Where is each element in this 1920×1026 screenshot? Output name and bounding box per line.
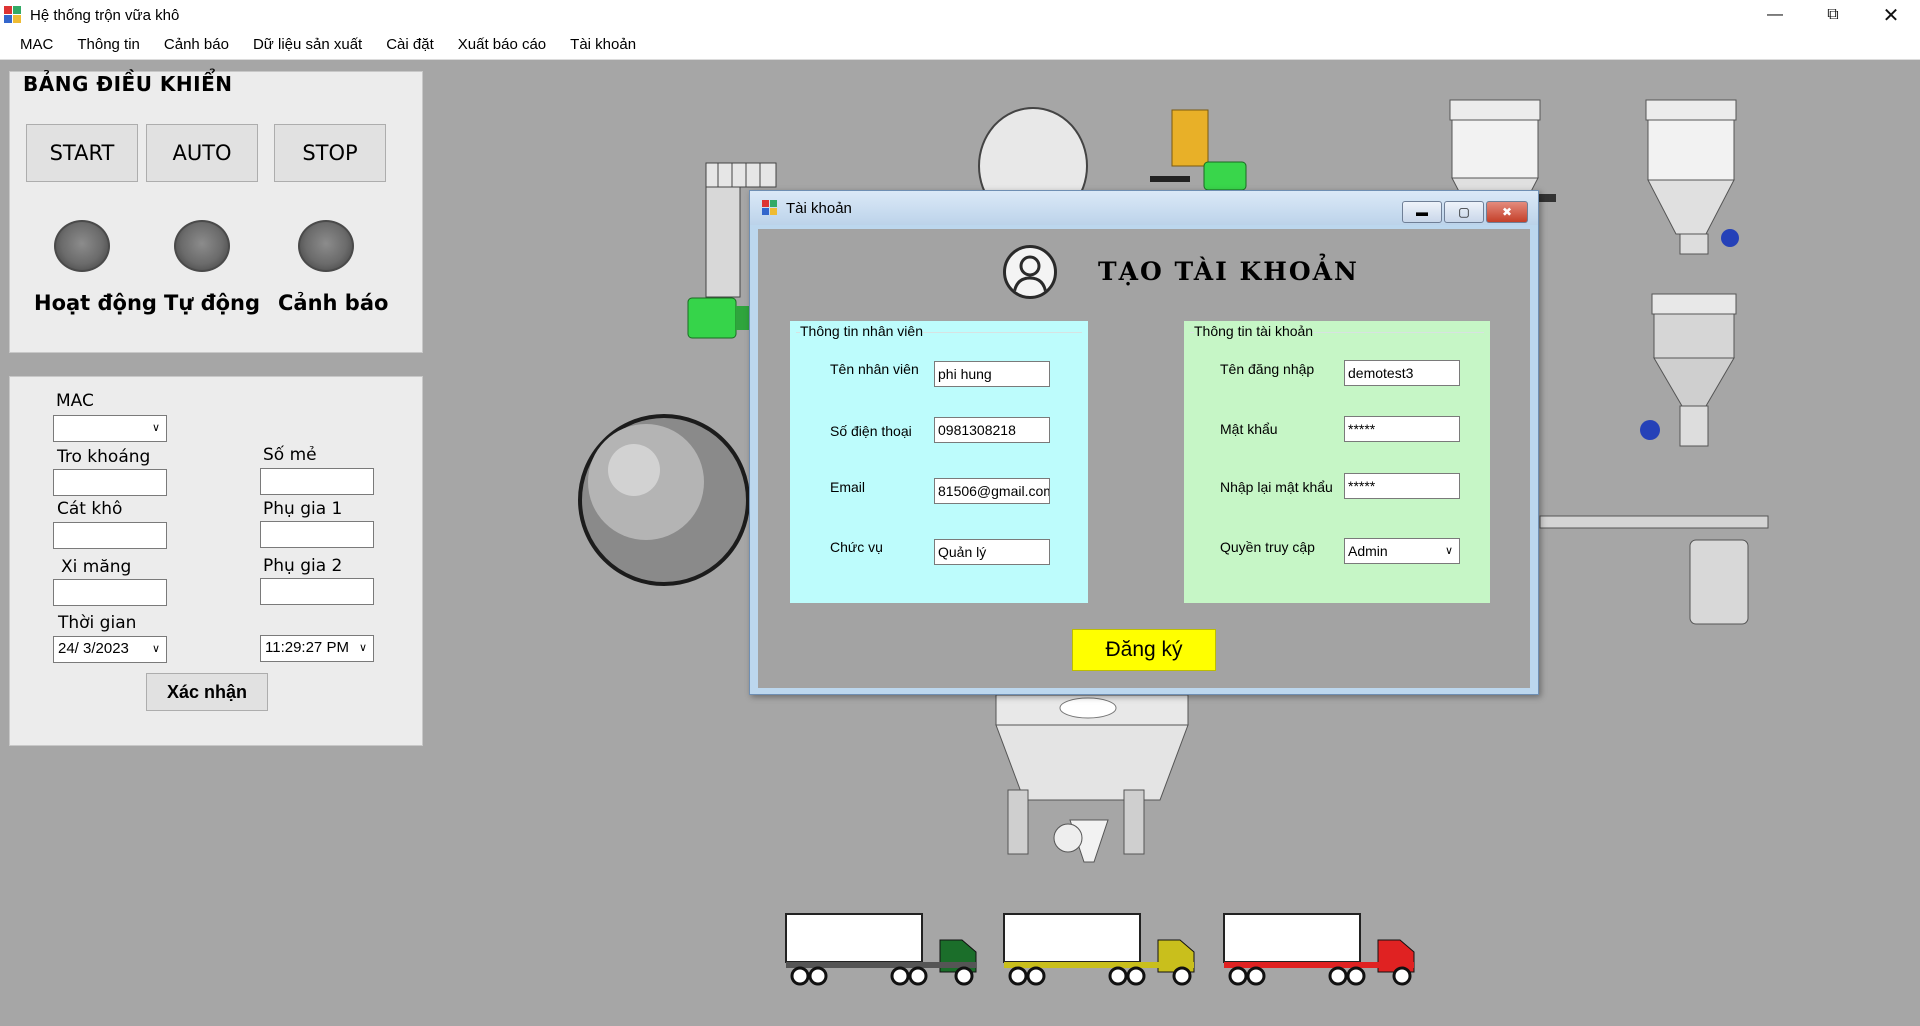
chevron-down-icon: ∨ [151, 643, 160, 655]
confirm-password-label: Nhập lại mật khẩu [1220, 479, 1333, 495]
password-input[interactable]: ***** [1344, 416, 1460, 442]
phu-gia-2-input[interactable] [260, 578, 374, 605]
auto-lamp-label: Tự động [164, 291, 261, 315]
auto-lamp-icon [174, 220, 230, 272]
menu-bar: MAC Thông tin Cảnh báo Dữ liệu sản xuất … [0, 30, 1920, 60]
access-level-select[interactable]: Admin ∨ [1344, 538, 1460, 564]
account-dialog: Tài khoản ▬ ▢ ✖ TẠO TÀI KHOẢN Thông tin … [749, 190, 1539, 695]
menu-tai-khoan[interactable]: Tài khoản [558, 36, 648, 53]
warning-lamp-icon [298, 220, 354, 272]
mixer-icon [995, 694, 1189, 863]
truck-icon [1223, 913, 1415, 986]
dialog-title: Tài khoản [786, 199, 852, 217]
register-button[interactable]: Đăng ký [1072, 629, 1216, 671]
so-me-label: Số mẻ [263, 445, 317, 465]
confirm-password-input[interactable]: ***** [1344, 473, 1460, 499]
app-icon [4, 6, 22, 24]
auto-button[interactable]: AUTO [146, 124, 258, 182]
warning-lamp-label: Cảnh báo [278, 291, 389, 315]
date-picker[interactable]: 24/ 3/2023 ∨ [53, 636, 167, 663]
account-info-group: Thông tin tài khoản Tên đăng nhập demote… [1184, 321, 1490, 603]
cat-kho-input[interactable] [53, 522, 167, 549]
chevron-down-icon: ∨ [151, 422, 160, 434]
menu-xuat-bao-cao[interactable]: Xuất báo cáo [446, 36, 558, 53]
app-icon [762, 200, 778, 216]
silo-icon [1645, 99, 1739, 255]
phu-gia-1-label: Phụ gia 1 [263, 499, 343, 519]
phone-input[interactable]: 0981308218 [934, 417, 1050, 443]
mac-select[interactable]: ∨ [53, 415, 167, 442]
tro-khoang-label: Tro khoáng [57, 447, 151, 467]
thoi-gian-label: Thời gian [58, 613, 137, 633]
truck-icon [785, 913, 977, 986]
close-button[interactable]: ✕ [1862, 0, 1920, 30]
access-level-label: Quyền truy cập [1220, 539, 1315, 555]
active-lamp-label: Hoạt động [34, 291, 157, 315]
dialog-heading: TẠO TÀI KHOẢN [1098, 257, 1359, 286]
username-input[interactable]: demotest3 [1344, 360, 1460, 386]
email-label: Email [830, 479, 866, 495]
position-label: Chức vụ [830, 539, 883, 555]
stop-button[interactable]: STOP [274, 124, 386, 182]
hopper-icon [1640, 293, 1737, 447]
cat-kho-label: Cát khô [57, 499, 123, 519]
active-lamp-icon [54, 220, 110, 272]
employee-name-input[interactable]: phi hung [934, 361, 1050, 387]
restore-button[interactable]: ⧉ [1804, 0, 1862, 30]
time-picker[interactable]: 11:29:27 PM ∨ [260, 635, 374, 662]
window-titlebar: Hệ thống trộn vữa khô — ⧉ ✕ [0, 0, 1920, 30]
dialog-close-button[interactable]: ✖ [1486, 201, 1528, 223]
window-title: Hệ thống trộn vữa khô [30, 6, 180, 24]
chevron-down-icon: ∨ [1444, 545, 1453, 557]
username-label: Tên đăng nhập [1220, 361, 1315, 377]
menu-mac[interactable]: MAC [8, 36, 65, 53]
phu-gia-1-input[interactable] [260, 521, 374, 548]
minimize-button[interactable]: — [1746, 0, 1804, 30]
mac-label: MAC [56, 391, 94, 411]
employee-group-legend: Thông tin nhân viên [800, 323, 923, 339]
xi-mang-input[interactable] [53, 579, 167, 606]
confirm-button[interactable]: Xác nhận [146, 673, 268, 711]
menu-cai-dat[interactable]: Cài đặt [374, 36, 446, 53]
position-input[interactable]: Quản lý [934, 539, 1050, 565]
xi-mang-label: Xi măng [61, 557, 132, 577]
so-me-input[interactable] [260, 468, 374, 495]
account-group-legend: Thông tin tài khoản [1194, 323, 1314, 339]
employee-name-label: Tên nhân viên [830, 361, 919, 377]
dialog-maximize-button[interactable]: ▢ [1444, 201, 1484, 223]
start-button[interactable]: START [26, 124, 138, 182]
phu-gia-2-label: Phụ gia 2 [263, 556, 343, 576]
control-panel-title: BẢNG ĐIỀU KHIỂN [20, 72, 236, 96]
chevron-down-icon: ∨ [358, 642, 367, 654]
control-panel: BẢNG ĐIỀU KHIỂN START AUTO STOP Hoạt độn… [9, 71, 423, 353]
dialog-body: TẠO TÀI KHOẢN Thông tin nhân viên Tên nh… [758, 229, 1530, 688]
truck-icon [1003, 913, 1195, 986]
tro-khoang-input[interactable] [53, 469, 167, 496]
menu-canh-bao[interactable]: Cảnh báo [152, 36, 241, 53]
user-icon [1003, 245, 1057, 299]
phone-label: Số điện thoại [830, 423, 912, 439]
email-input[interactable]: 81506@gmail.com [934, 478, 1050, 504]
sphere-tank-icon [578, 414, 750, 586]
production-form-panel: MAC ∨ Tro khoáng Số mẻ Cát khô Phụ gia 1… [9, 376, 423, 746]
dialog-minimize-button[interactable]: ▬ [1402, 201, 1442, 223]
password-label: Mật khẩu [1220, 421, 1278, 437]
menu-du-lieu-san-xuat[interactable]: Dữ liệu sản xuất [241, 36, 374, 53]
menu-thong-tin[interactable]: Thông tin [65, 36, 152, 53]
employee-info-group: Thông tin nhân viên Tên nhân viên phi hu… [790, 321, 1088, 603]
